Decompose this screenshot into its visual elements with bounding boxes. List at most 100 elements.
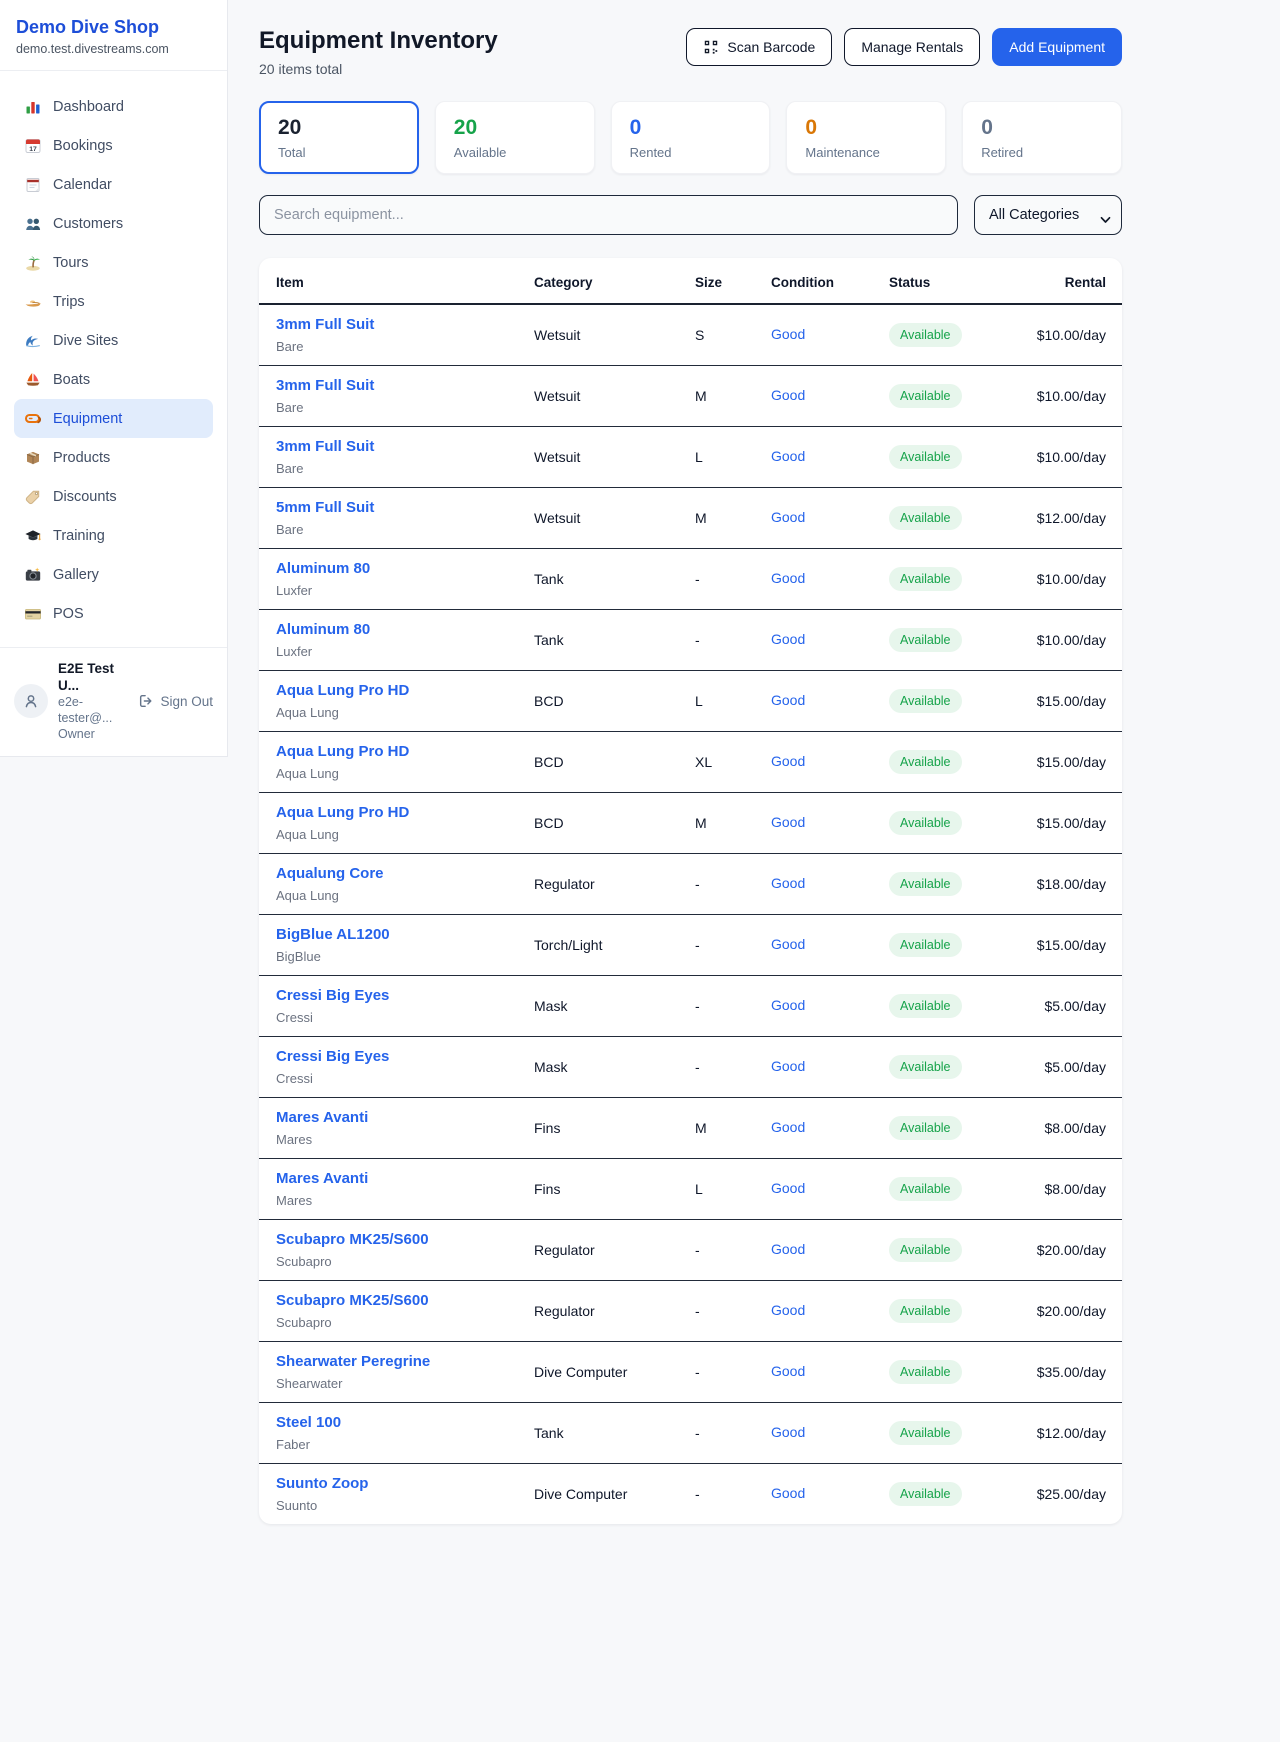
item-rental: $8.00/day xyxy=(992,1159,1122,1220)
item-name-link[interactable]: Mares Avanti xyxy=(276,1108,368,1128)
item-condition-link[interactable]: Good xyxy=(771,1302,805,1318)
item-condition-link[interactable]: Good xyxy=(771,1058,805,1074)
item-name-link[interactable]: Aqua Lung Pro HD xyxy=(276,803,409,823)
item-condition-link[interactable]: Good xyxy=(771,1363,805,1379)
manage-rentals-button[interactable]: Manage Rentals xyxy=(844,28,980,66)
sidebar-item-training[interactable]: Training xyxy=(14,516,213,555)
item-name-link[interactable]: Aqua Lung Pro HD xyxy=(276,681,409,701)
item-condition-link[interactable]: Good xyxy=(771,1424,805,1440)
sidebar-item-label: Customers xyxy=(53,216,123,232)
item-brand: Luxfer xyxy=(276,643,518,660)
item-name-link[interactable]: 3mm Full Suit xyxy=(276,437,374,457)
item-condition-link[interactable]: Good xyxy=(771,448,805,464)
stat-card-total[interactable]: 20 Total xyxy=(259,101,419,174)
item-category: Dive Computer xyxy=(526,1342,687,1403)
item-category: Regulator xyxy=(526,854,687,915)
add-equipment-button[interactable]: Add Equipment xyxy=(992,28,1122,66)
item-name-link[interactable]: Shearwater Peregrine xyxy=(276,1352,430,1372)
sidebar-item-bookings[interactable]: 17 Bookings xyxy=(14,126,213,165)
item-name-link[interactable]: Mares Avanti xyxy=(276,1169,368,1189)
sidebar-item-dive-sites[interactable]: Dive Sites xyxy=(14,321,213,360)
search-input[interactable] xyxy=(259,195,958,235)
item-rental: $15.00/day xyxy=(992,915,1122,976)
item-category: Fins xyxy=(526,1098,687,1159)
item-brand: Bare xyxy=(276,460,518,477)
sidebar-item-calendar[interactable]: Calendar xyxy=(14,165,213,204)
item-category: BCD xyxy=(526,732,687,793)
item-condition-link[interactable]: Good xyxy=(771,1180,805,1196)
sidebar-item-dashboard[interactable]: Dashboard xyxy=(14,87,213,126)
item-name-link[interactable]: BigBlue AL1200 xyxy=(276,925,390,945)
sidebar-item-boats[interactable]: Boats xyxy=(14,360,213,399)
item-condition-link[interactable]: Good xyxy=(771,692,805,708)
item-condition-link[interactable]: Good xyxy=(771,936,805,952)
stat-value: 20 xyxy=(454,115,576,141)
scan-barcode-button[interactable]: Scan Barcode xyxy=(686,28,832,66)
sidebar-item-trips[interactable]: Trips xyxy=(14,282,213,321)
sidebar-item-tours[interactable]: Tours xyxy=(14,243,213,282)
sidebar-item-label: Trips xyxy=(53,294,85,310)
sidebar-item-products[interactable]: Products xyxy=(14,438,213,477)
status-badge: Available xyxy=(889,445,962,469)
item-name-link[interactable]: Aluminum 80 xyxy=(276,559,370,579)
item-category: Regulator xyxy=(526,1220,687,1281)
item-condition-link[interactable]: Good xyxy=(771,509,805,525)
sidebar-header: Demo Dive Shop demo.test.divestreams.com xyxy=(0,0,227,71)
item-rental: $15.00/day xyxy=(992,671,1122,732)
item-name-link[interactable]: Steel 100 xyxy=(276,1413,341,1433)
item-condition-link[interactable]: Good xyxy=(771,814,805,830)
item-condition-link[interactable]: Good xyxy=(771,387,805,403)
stat-label: Retired xyxy=(981,145,1103,160)
col-condition: Condition xyxy=(763,258,881,304)
table-row: Mares Avanti Mares Fins L Good Available… xyxy=(259,1159,1122,1220)
table-row: BigBlue AL1200 BigBlue Torch/Light - Goo… xyxy=(259,915,1122,976)
item-condition-link[interactable]: Good xyxy=(771,753,805,769)
item-name-link[interactable]: 5mm Full Suit xyxy=(276,498,374,518)
stat-value: 0 xyxy=(981,115,1103,141)
item-name-link[interactable]: Suunto Zoop xyxy=(276,1474,368,1494)
table-row: 3mm Full Suit Bare Wetsuit S Good Availa… xyxy=(259,304,1122,366)
item-name-link[interactable]: Cressi Big Eyes xyxy=(276,986,389,1006)
item-name-link[interactable]: 3mm Full Suit xyxy=(276,315,374,335)
sidebar-item-gallery[interactable]: Gallery xyxy=(14,555,213,594)
item-category: Mask xyxy=(526,976,687,1037)
item-name-link[interactable]: Aluminum 80 xyxy=(276,620,370,640)
item-name-link[interactable]: 3mm Full Suit xyxy=(276,376,374,396)
dive-mask-icon xyxy=(24,410,42,428)
item-condition-link[interactable]: Good xyxy=(771,1485,805,1501)
stat-card-retired[interactable]: 0 Retired xyxy=(962,101,1122,174)
sidebar-item-discounts[interactable]: Discounts xyxy=(14,477,213,516)
item-name-link[interactable]: Cressi Big Eyes xyxy=(276,1047,389,1067)
item-name-link[interactable]: Aqualung Core xyxy=(276,864,384,884)
stat-card-maintenance[interactable]: 0 Maintenance xyxy=(786,101,946,174)
item-condition-link[interactable]: Good xyxy=(771,570,805,586)
sidebar-item-equipment[interactable]: Equipment xyxy=(14,399,213,438)
sidebar-item-pos[interactable]: POS xyxy=(14,594,213,633)
sidebar-item-customers[interactable]: Customers xyxy=(14,204,213,243)
category-select[interactable]: All Categories xyxy=(974,195,1122,235)
item-category: Dive Computer xyxy=(526,1464,687,1525)
item-category: Wetsuit xyxy=(526,427,687,488)
item-condition-link[interactable]: Good xyxy=(771,875,805,891)
item-size: M xyxy=(687,366,763,427)
stat-card-available[interactable]: 20 Available xyxy=(435,101,595,174)
sign-out-button[interactable]: Sign Out xyxy=(138,693,213,709)
item-condition-link[interactable]: Good xyxy=(771,1119,805,1135)
shop-title: Demo Dive Shop xyxy=(16,15,211,39)
item-condition-link[interactable]: Good xyxy=(771,326,805,342)
item-rental: $25.00/day xyxy=(992,1464,1122,1525)
item-category: Tank xyxy=(526,610,687,671)
category-select-wrap: All Categories xyxy=(974,195,1122,235)
item-rental: $12.00/day xyxy=(992,488,1122,549)
item-name-link[interactable]: Aqua Lung Pro HD xyxy=(276,742,409,762)
item-condition-link[interactable]: Good xyxy=(771,997,805,1013)
item-name-link[interactable]: Scubapro MK25/S600 xyxy=(276,1230,429,1250)
stat-card-rented[interactable]: 0 Rented xyxy=(611,101,771,174)
item-rental: $20.00/day xyxy=(992,1220,1122,1281)
item-rental: $8.00/day xyxy=(992,1098,1122,1159)
item-condition-link[interactable]: Good xyxy=(771,1241,805,1257)
status-badge: Available xyxy=(889,689,962,713)
item-condition-link[interactable]: Good xyxy=(771,631,805,647)
item-name-link[interactable]: Scubapro MK25/S600 xyxy=(276,1291,429,1311)
item-size: - xyxy=(687,1342,763,1403)
